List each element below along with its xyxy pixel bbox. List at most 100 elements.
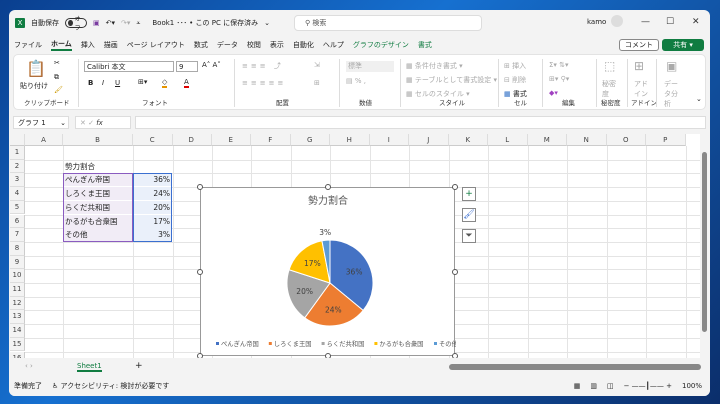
copy-icon[interactable]: ⧉ [54, 73, 59, 82]
resize-handle[interactable] [452, 184, 458, 190]
paste-button[interactable]: 貼り付け [20, 81, 48, 91]
column-header[interactable]: J [409, 134, 449, 146]
column-header[interactable]: C [133, 134, 173, 146]
data-label[interactable]: 24% [325, 305, 342, 314]
column-header[interactable]: P [646, 134, 686, 146]
legend-entry[interactable]: ぺんぎん帝国 [221, 339, 259, 348]
menu-tab[interactable]: 校閲 [247, 40, 261, 50]
row-header[interactable]: 14 [10, 324, 25, 338]
resize-handle[interactable] [452, 268, 458, 275]
save-icon[interactable]: ▣ [93, 19, 100, 27]
column-header[interactable]: D [172, 134, 212, 146]
column-header[interactable]: I [369, 134, 409, 146]
menu-tab[interactable]: 書式 [418, 40, 432, 50]
redo-icon[interactable]: ↷▾ [121, 19, 130, 27]
fx-icon[interactable]: fx [96, 119, 103, 127]
format-table-button[interactable]: ▦ テーブルとして書式設定 ▾ [406, 75, 497, 85]
column-header[interactable]: M [527, 134, 567, 146]
addin-button[interactable]: アドイン [634, 79, 648, 99]
merge-icon[interactable]: ⊞ [314, 79, 320, 87]
chart-styles-button[interactable]: 🖌 [462, 208, 476, 222]
row-header[interactable]: 15 [10, 337, 25, 352]
autosave-toggle[interactable]: オフ [65, 16, 87, 32]
menu-tab[interactable]: 挿入 [81, 40, 95, 50]
horizontal-scrollbar[interactable] [449, 364, 701, 370]
data-label[interactable]: 20% [296, 287, 313, 296]
menu-tab[interactable]: グラフのデザイン [353, 40, 409, 50]
wrap-text-icon[interactable]: ⇲ [314, 61, 320, 69]
bold-button[interactable]: B [88, 79, 93, 87]
row-header[interactable]: 4 [10, 187, 25, 201]
undo-icon[interactable]: ↶▾ [106, 19, 115, 27]
percent-icon[interactable]: ▤ % , [346, 77, 366, 85]
chart-filter-button[interactable]: ⏷ [462, 229, 476, 243]
fill-color-icon[interactable]: ◇ [162, 78, 168, 88]
column-header[interactable]: O [606, 134, 646, 146]
close-button[interactable]: ✕ [692, 17, 700, 27]
chart-title[interactable]: 勢力割合 [308, 194, 348, 207]
format-painter-icon[interactable]: 🖌 [54, 86, 63, 94]
column-header[interactable]: H [330, 134, 370, 146]
row-header[interactable]: 2 [10, 159, 25, 174]
font-size-select[interactable]: 9 [176, 61, 198, 72]
menu-tab[interactable]: 表示 [270, 40, 284, 50]
sheet-tab-sheet1[interactable]: Sheet1 [77, 362, 102, 372]
align-top-icons[interactable]: ≡≡≡ ⤴ [242, 61, 284, 71]
customize-qat-icon[interactable]: ⩡ [136, 19, 140, 28]
normal-view-icon[interactable]: ▦ [574, 382, 581, 390]
minimize-button[interactable]: — [641, 17, 650, 27]
column-header[interactable]: K [448, 134, 488, 146]
legend-entry[interactable]: しろくま王国 [274, 340, 312, 348]
column-header[interactable]: B [63, 134, 133, 146]
vertical-scrollbar[interactable] [700, 134, 709, 358]
menu-tab[interactable]: データ [217, 40, 238, 50]
name-box[interactable]: グラフ 1 ⌄ [13, 116, 69, 129]
zoom-slider[interactable]: − ——┃—— + [624, 382, 672, 390]
chart[interactable]: 勢力割合 36% 24% 20% 17% 3% ぺんぎん帝国 しろくま王国 らくだ共和国 かるがも… [197, 184, 459, 358]
delete-cells-button[interactable]: ⊟ 削除 [504, 75, 526, 85]
insert-cells-button[interactable]: ⊞ 挿入 [504, 61, 526, 71]
accessibility-status[interactable]: ♿ アクセシビリティ: 検討が必要です [52, 381, 169, 391]
add-sheet-icon[interactable]: + [135, 361, 143, 371]
sensitivity-button[interactable]: 秘密度 [602, 79, 618, 99]
analyze-data-button[interactable]: データ分析 [664, 79, 682, 109]
row-header[interactable]: 16 [10, 351, 25, 358]
resize-handle[interactable] [197, 268, 203, 275]
find-icon[interactable]: ⊞▾ ⚲▾ [549, 75, 569, 83]
legend-entry[interactable]: その他 [439, 339, 459, 348]
autosum-icon[interactable]: Σ▾ ⇅▾ [549, 61, 569, 69]
resize-handle[interactable] [452, 353, 458, 358]
row-header[interactable]: 1 [10, 146, 25, 160]
doc-title[interactable]: Book1 ･･･ • この PC に保存済み [152, 18, 258, 28]
legend-entry[interactable]: かるがも合衆国 [379, 339, 423, 348]
row-header[interactable]: 10 [10, 269, 25, 283]
font-name-select[interactable]: Calibri 本文 [84, 61, 174, 72]
maximize-button[interactable]: ☐ [666, 17, 674, 27]
row-header[interactable]: 3 [10, 173, 25, 188]
page-layout-icon[interactable]: ▥ [590, 382, 597, 390]
row-header[interactable]: 13 [10, 310, 25, 325]
cancel-icon[interactable]: ✕ [80, 119, 86, 127]
data-label[interactable]: 17% [304, 259, 321, 268]
font-color-icon[interactable]: A [184, 78, 189, 88]
number-format-select[interactable]: 標準 [346, 61, 394, 72]
italic-button[interactable]: I [102, 79, 104, 87]
analyze-data-icon[interactable]: ▣ [666, 59, 677, 73]
row-header[interactable]: 9 [10, 255, 25, 270]
conditional-format-button[interactable]: ▦ 条件付き書式 ▾ [406, 61, 463, 71]
comment-button[interactable]: コメント [619, 39, 659, 51]
ribbon-collapse-icon[interactable]: ⌄ [696, 95, 702, 103]
select-all[interactable] [10, 134, 25, 146]
data-label[interactable]: 36% [346, 268, 363, 277]
underline-button[interactable]: U [115, 79, 120, 87]
user-name[interactable]: kamo [587, 18, 606, 26]
chart-elements-button[interactable]: + [462, 187, 476, 201]
menu-tab[interactable]: 自動化 [293, 40, 314, 50]
grow-font-icon[interactable]: A˄ A˅ [202, 61, 221, 69]
cut-icon[interactable]: ✂ [54, 59, 60, 67]
enter-icon[interactable]: ✓ [88, 119, 94, 127]
row-header[interactable]: 12 [10, 296, 25, 311]
resize-handle[interactable] [324, 184, 331, 190]
page-break-icon[interactable]: ◫ [607, 382, 614, 390]
column-header[interactable]: E [211, 134, 251, 146]
